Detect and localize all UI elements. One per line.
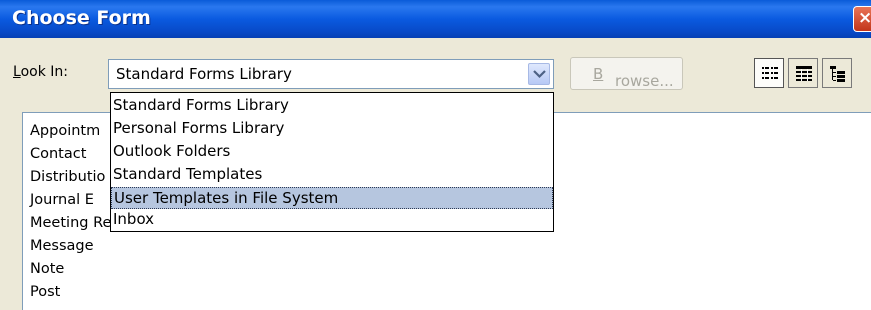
look-in-combobox[interactable]: Standard Forms Library — [108, 59, 554, 89]
details-view-button[interactable] — [788, 58, 818, 88]
list-item[interactable]: Journal E — [30, 192, 94, 208]
dropdown-option[interactable]: Inbox — [111, 209, 553, 231]
dropdown-option[interactable]: Standard Templates — [111, 164, 553, 186]
look-in-label-accesskey: L — [13, 64, 21, 80]
look-in-label-text: ook In: — [20, 64, 68, 80]
list-view-button[interactable] — [754, 58, 784, 88]
look-in-label: Look In: — [13, 64, 68, 80]
look-in-value: Standard Forms Library — [116, 65, 292, 83]
close-icon: × — [858, 8, 871, 28]
list-item[interactable]: Message — [30, 238, 94, 254]
list-item[interactable]: Post — [30, 284, 60, 300]
dropdown-option[interactable]: Standard Forms Library — [111, 95, 553, 117]
look-in-dropdown-list[interactable]: Standard Forms Library Personal Forms Li… — [110, 92, 554, 232]
tree-view-button[interactable] — [822, 58, 852, 88]
title-bar: Choose Form × — [0, 0, 871, 38]
dropdown-option-selected[interactable]: User Templates in File System — [111, 187, 553, 209]
list-item[interactable]: Appointm — [30, 123, 100, 139]
list-item[interactable]: Note — [30, 261, 64, 277]
dropdown-option[interactable]: Personal Forms Library — [111, 118, 553, 140]
dropdown-option[interactable]: Outlook Folders — [111, 141, 553, 163]
browse-label: Browse... — [593, 65, 674, 90]
tree-view-icon — [830, 66, 845, 82]
list-view-icon — [762, 67, 778, 79]
combo-dropdown-button[interactable] — [528, 63, 550, 85]
chevron-down-icon — [533, 70, 546, 79]
browse-label-text: rowse... — [615, 72, 674, 90]
browse-button[interactable]: Browse... — [570, 57, 683, 90]
details-view-icon — [796, 66, 812, 81]
browse-label-accesskey: B — [593, 65, 604, 83]
list-item[interactable]: Distributio — [30, 169, 105, 185]
window-title: Choose Form — [12, 7, 151, 29]
close-button[interactable]: × — [853, 6, 871, 32]
list-item[interactable]: Contact — [30, 146, 86, 162]
